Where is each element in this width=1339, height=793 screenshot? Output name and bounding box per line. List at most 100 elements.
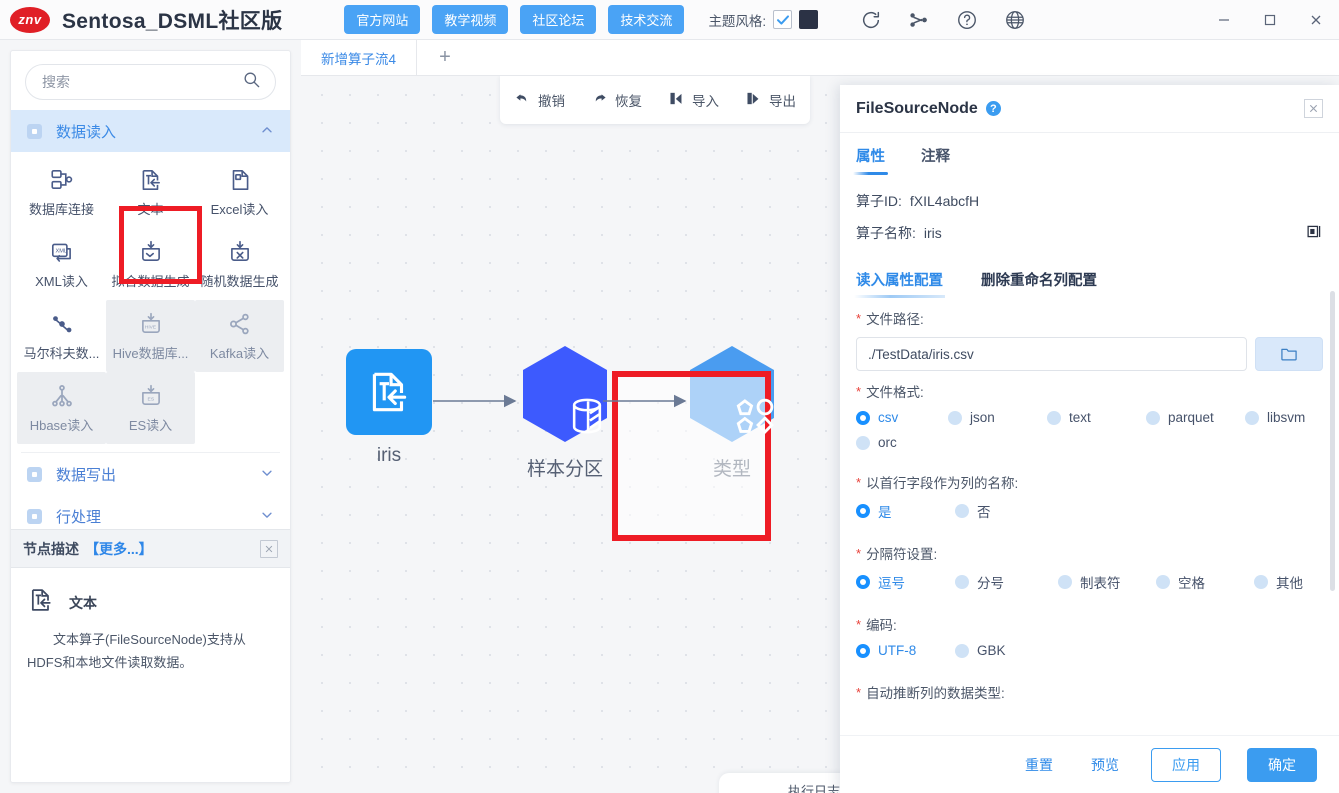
property-panel-body[interactable]: 读入属性配置 删除重命名列配置 * 文件路径: ./TestData/iris.… bbox=[840, 255, 1339, 735]
delimiter-radio-group: 逗号 分号 制表符 空格 其他 bbox=[856, 572, 1323, 592]
rename-operator-icon[interactable] bbox=[1306, 223, 1323, 243]
flow-node-iris-shape bbox=[346, 349, 432, 435]
radio-delim-tab[interactable]: 制表符 bbox=[1058, 572, 1146, 592]
app-logo: znv bbox=[10, 6, 50, 33]
property-panel-close-icon[interactable] bbox=[1304, 99, 1323, 118]
radio-format-json[interactable]: json bbox=[948, 410, 1037, 425]
palette-tile-excel-input[interactable]: Excel读入 bbox=[195, 156, 284, 228]
radio-label: json bbox=[970, 410, 995, 425]
radio-format-text[interactable]: text bbox=[1047, 410, 1136, 425]
sub-tab-rename-columns[interactable]: 删除重命名列配置 bbox=[981, 269, 1097, 298]
property-panel-scrollbar[interactable] bbox=[1330, 291, 1335, 591]
radio-encoding-utf8[interactable]: UTF-8 bbox=[856, 643, 945, 658]
field-label-text: 分隔符设置: bbox=[866, 547, 938, 562]
apply-button[interactable]: 应用 bbox=[1151, 747, 1221, 782]
palette-tile-label: 拟合数据生成 bbox=[111, 273, 190, 289]
radio-dot bbox=[856, 435, 870, 450]
theme-color-swatch[interactable] bbox=[799, 10, 819, 29]
file-path-input[interactable] bbox=[856, 337, 1247, 371]
radio-format-orc[interactable]: orc bbox=[856, 435, 938, 450]
radio-delim-other[interactable]: 其他 bbox=[1254, 572, 1303, 592]
maximize-button[interactable] bbox=[1247, 0, 1293, 40]
theme-style-label: 主题风格: bbox=[708, 13, 767, 29]
undo-label: 撤销 bbox=[538, 94, 565, 109]
radio-header-yes[interactable]: 是 bbox=[856, 501, 945, 521]
redo-label: 恢复 bbox=[615, 94, 642, 109]
flow-tab-active[interactable]: 新增算子流4 bbox=[301, 40, 418, 75]
confirm-button[interactable]: 确定 bbox=[1247, 747, 1317, 782]
file-browse-button[interactable] bbox=[1255, 337, 1323, 371]
palette-group-header-data-input[interactable]: 数据读入 bbox=[11, 110, 290, 152]
help-circle-icon[interactable] bbox=[956, 9, 978, 31]
palette-tile-hive[interactable]: HIVE Hive数据库... bbox=[106, 300, 195, 372]
node-description-close-icon[interactable] bbox=[260, 539, 278, 558]
tutorial-video-button[interactable]: 教学视频 bbox=[432, 5, 509, 34]
theme-style-checkbox[interactable] bbox=[773, 10, 793, 29]
palette-tile-xml-input[interactable]: XML XML读入 bbox=[17, 228, 106, 300]
palette-tile-label: Hbase读入 bbox=[29, 417, 94, 433]
globe-icon[interactable] bbox=[1004, 9, 1026, 31]
add-flow-tab-button[interactable]: + bbox=[417, 40, 473, 75]
refresh-icon[interactable] bbox=[860, 9, 882, 31]
radio-header-no[interactable]: 否 bbox=[955, 501, 991, 521]
palette-tile-hbase[interactable]: Hbase读入 bbox=[17, 372, 106, 444]
flow-node-type[interactable]: 类型 bbox=[686, 344, 778, 481]
close-button[interactable] bbox=[1293, 0, 1339, 40]
text-file-icon bbox=[27, 586, 55, 619]
flow-node-iris[interactable]: iris bbox=[346, 349, 432, 467]
radio-format-libsvm[interactable]: libsvm bbox=[1245, 410, 1305, 425]
radio-format-parquet[interactable]: parquet bbox=[1146, 410, 1235, 425]
palette-tile-markov[interactable]: 马尔科夫数... bbox=[17, 300, 106, 372]
radio-format-csv[interactable]: csv bbox=[856, 410, 938, 425]
radio-dot bbox=[948, 410, 962, 425]
tab-properties[interactable]: 属性 bbox=[853, 145, 888, 175]
node-description-more-link[interactable]: 【更多...】 bbox=[85, 539, 153, 559]
preview-button[interactable]: 预览 bbox=[1085, 754, 1125, 776]
palette-group-label: 数据读入 bbox=[56, 123, 117, 141]
palette-tile-fit-data-gen[interactable]: 拟合数据生成 bbox=[106, 228, 195, 300]
field-infer-schema: * 自动推断列的数据类型: bbox=[856, 682, 1323, 702]
radio-delim-space[interactable]: 空格 bbox=[1156, 572, 1244, 592]
required-asterisk: * bbox=[856, 616, 862, 632]
undo-button[interactable]: 撤销 bbox=[514, 90, 565, 110]
radio-label: 分号 bbox=[977, 576, 1004, 591]
radio-label: 是 bbox=[878, 505, 892, 520]
import-button[interactable]: 导入 bbox=[668, 90, 719, 110]
help-circle-icon[interactable]: ? bbox=[985, 101, 1001, 116]
tech-exchange-button[interactable]: 技术交流 bbox=[608, 5, 685, 34]
import-icon bbox=[668, 90, 685, 110]
minimize-button[interactable] bbox=[1201, 0, 1247, 40]
import-label: 导入 bbox=[692, 94, 719, 109]
flow-node-sample-partition[interactable]: 样本分区 bbox=[519, 344, 611, 481]
search-icon[interactable] bbox=[242, 70, 261, 94]
radio-label: csv bbox=[878, 410, 899, 425]
reset-button[interactable]: 重置 bbox=[1019, 754, 1059, 776]
folder-icon bbox=[1281, 348, 1297, 361]
radio-delim-semicolon[interactable]: 分号 bbox=[955, 572, 1048, 592]
redo-button[interactable]: 恢复 bbox=[591, 90, 642, 110]
radio-delim-comma[interactable]: 逗号 bbox=[856, 572, 945, 592]
radio-label: UTF-8 bbox=[878, 643, 917, 658]
palette-tile-database-connect[interactable]: 数据库连接 bbox=[17, 156, 106, 228]
palette-tile-es[interactable]: ES ES读入 bbox=[106, 372, 195, 444]
palette-tile-text[interactable]: 文本 bbox=[106, 156, 195, 228]
field-delimiter-label: * 分隔符设置: bbox=[856, 543, 1323, 563]
palette-tile-kafka[interactable]: Kafka读入 bbox=[195, 300, 284, 372]
tab-comments[interactable]: 注释 bbox=[921, 145, 950, 175]
palette-tile-random-data-gen[interactable]: 随机数据生成 bbox=[195, 228, 284, 300]
radio-dot bbox=[955, 504, 969, 518]
palette-tile-label: 文本 bbox=[137, 201, 164, 217]
palette-scroll-area[interactable]: 数据读入 数据库连接 文本 Excel读入 XML XML读入 拟合数据生成 随… bbox=[11, 110, 290, 572]
palette-group-header-data-output[interactable]: 数据写出 bbox=[11, 453, 290, 495]
sub-tab-read-config[interactable]: 读入属性配置 bbox=[854, 269, 945, 298]
radio-label: 制表符 bbox=[1080, 576, 1121, 591]
share-nodes-icon[interactable] bbox=[908, 9, 930, 31]
export-button[interactable]: 导出 bbox=[745, 90, 796, 110]
node-description-text: 文本算子(FileSourceNode)支持从HDFS和本地文件读取数据。 bbox=[27, 632, 246, 670]
property-sub-tabs: 读入属性配置 删除重命名列配置 bbox=[854, 269, 1323, 298]
search-input[interactable] bbox=[40, 73, 242, 91]
radio-encoding-gbk[interactable]: GBK bbox=[955, 643, 1006, 658]
search-box[interactable] bbox=[25, 64, 276, 100]
official-website-button[interactable]: 官方网站 bbox=[344, 5, 421, 34]
community-forum-button[interactable]: 社区论坛 bbox=[520, 5, 597, 34]
